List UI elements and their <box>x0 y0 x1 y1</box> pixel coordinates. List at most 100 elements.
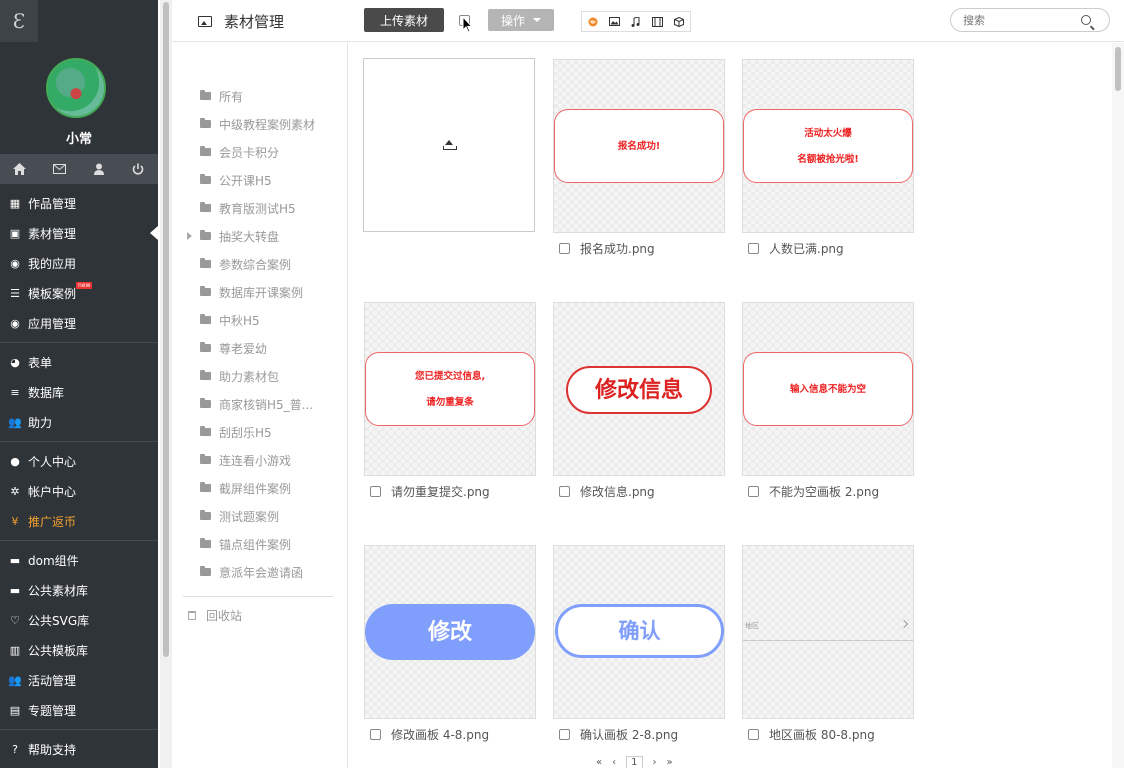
asset-thumbnail[interactable]: 修改 <box>364 545 536 719</box>
asset-thumbnail[interactable]: 报名成功! <box>553 59 725 233</box>
asset-checkbox[interactable] <box>370 486 381 497</box>
sidebar-item[interactable]: ✲ 帐户中心 <box>0 476 158 506</box>
sidebar-item[interactable]: ¥ 推广返币 <box>0 506 158 536</box>
asset-thumbnail[interactable]: 确认 <box>553 545 725 719</box>
avatar[interactable] <box>46 58 106 118</box>
folder-icon <box>200 314 211 324</box>
scrollbar-thumb[interactable] <box>163 2 169 657</box>
asset-checkbox[interactable] <box>748 486 759 497</box>
search-box <box>950 8 1110 32</box>
sidebar-item[interactable]: ▥ 公共模板库 <box>0 635 158 665</box>
folder-item[interactable]: 中级教程案例素材 <box>172 110 347 138</box>
briefcase-icon: ▬ <box>9 553 21 567</box>
user-icon[interactable] <box>79 154 119 184</box>
book-icon: ▤ <box>9 703 21 717</box>
upload-tile[interactable] <box>363 58 535 232</box>
folder-item[interactable]: 意派年会邀请函 <box>172 558 347 586</box>
sidebar-item[interactable]: ◉ 我的应用 <box>0 248 158 278</box>
asset-filename: 人数已满.png <box>769 242 844 256</box>
folder-item[interactable]: 锚点组件案例 <box>172 530 347 558</box>
app-manage-icon: ◉ <box>10 316 20 330</box>
asset-preview: 修改 <box>365 604 535 660</box>
list-icon: ☰ <box>10 286 20 300</box>
music-type-icon[interactable] <box>625 12 647 31</box>
folder-item[interactable]: 抽奖大转盘 <box>172 222 347 250</box>
folder-item[interactable]: 参数综合案例 <box>172 250 347 278</box>
sidebar-item[interactable]: ☰ 模板案例 new <box>0 278 158 308</box>
asset-checkbox[interactable] <box>559 729 570 740</box>
folder-item[interactable]: 中秋H5 <box>172 306 347 334</box>
folder-icon <box>200 146 211 156</box>
folder-icon <box>200 230 211 240</box>
folder-item[interactable]: 公开课H5 <box>172 166 347 194</box>
asset-caption: 不能为空画板 2.png <box>748 483 879 500</box>
sidebar-item-label: 专题管理 <box>28 703 77 718</box>
sidebar-item[interactable]: ▬ dom组件 <box>0 545 158 575</box>
sidebar-item[interactable]: 👥 助力 <box>0 407 158 437</box>
sidebar-item[interactable]: ▬ 公共素材库 <box>0 575 158 605</box>
sidebar-item[interactable]: ? 帮助支持 <box>0 734 158 764</box>
sidebar-item[interactable]: ▦ 作品管理 <box>0 188 158 218</box>
expand-arrow-icon[interactable] <box>187 232 192 240</box>
sidebar-item[interactable]: ◉ 应用管理 <box>0 308 158 338</box>
folder-item[interactable]: 测试题案例 <box>172 502 347 530</box>
asset-thumbnail[interactable]: 您已提交过信息, 请勿重复条 <box>364 302 536 476</box>
search-icon[interactable] <box>1081 15 1091 25</box>
app-logo[interactable]: Ɛ <box>0 0 38 42</box>
asset-checkbox[interactable] <box>559 486 570 497</box>
folder-item[interactable]: 尊老爱幼 <box>172 334 347 362</box>
content-scrollbar[interactable] <box>1112 43 1124 768</box>
folder-label: 连连看小游戏 <box>219 453 292 468</box>
asset-preview-text: 请勿重复条 <box>426 396 474 408</box>
folder-item[interactable]: 所有 <box>172 82 347 110</box>
home-icon[interactable] <box>0 154 40 184</box>
upload-button[interactable]: 上传素材 <box>364 8 444 32</box>
pager-prev[interactable]: ‹ <box>612 757 616 768</box>
person-icon: ● <box>10 454 20 468</box>
sidebar-item[interactable]: ♡ 公共SVG库 <box>0 605 158 635</box>
sidebar-item-label: 模板案例 <box>28 286 77 301</box>
sidebar-item[interactable]: ▤ 专题管理 <box>0 695 158 725</box>
3d-type-icon[interactable] <box>668 12 690 31</box>
asset-preview-text: 活动太火爆 <box>804 127 852 139</box>
new-badge: new <box>76 282 93 289</box>
asset-thumbnail[interactable]: 地区 <box>742 545 914 719</box>
all-types-icon[interactable] <box>582 12 604 31</box>
asset-preview: 您已提交过信息, 请勿重复条 <box>365 352 535 426</box>
pager-first[interactable]: « <box>596 757 602 768</box>
folder-item[interactable]: 商家核销H5_普... <box>172 390 347 418</box>
sidebar-item[interactable]: 👥 活动管理 <box>0 665 158 695</box>
pager-current[interactable]: 1 <box>626 756 643 768</box>
sidebar-item[interactable]: ◕ 表单 <box>0 347 158 377</box>
asset-checkbox[interactable] <box>748 729 759 740</box>
asset-checkbox[interactable] <box>559 243 570 254</box>
search-input[interactable] <box>963 13 1073 28</box>
folder-item[interactable]: 刮刮乐H5 <box>172 418 347 446</box>
sidebar-scrollbar[interactable] <box>160 0 172 768</box>
sidebar-item[interactable]: ▣ 素材管理 <box>0 218 158 248</box>
asset-checkbox[interactable] <box>748 243 759 254</box>
asset-checkbox[interactable] <box>370 729 381 740</box>
folder-item[interactable]: 助力素材包 <box>172 362 347 390</box>
sidebar-item[interactable]: ≡ 数据库 <box>0 377 158 407</box>
folder-item[interactable]: 教育版测试H5 <box>172 194 347 222</box>
video-type-icon[interactable] <box>647 12 669 31</box>
scrollbar-thumb[interactable] <box>1115 47 1121 91</box>
pager-last[interactable]: » <box>667 757 673 768</box>
sidebar-item-label: 帐户中心 <box>28 484 77 499</box>
power-icon[interactable] <box>119 154 159 184</box>
folder-item[interactable]: 数据库开课案例 <box>172 278 347 306</box>
image-type-icon[interactable] <box>604 12 626 31</box>
sidebar-item[interactable]: ● 个人中心 <box>0 446 158 476</box>
asset-thumbnail[interactable]: 活动太火爆 名额被抢光啦! <box>742 59 914 233</box>
asset-thumbnail[interactable]: 输入信息不能为空 <box>742 302 914 476</box>
pager-next[interactable]: › <box>653 757 657 768</box>
asset-thumbnail[interactable]: 修改信息 <box>553 302 725 476</box>
operations-dropdown[interactable]: 操作 <box>488 9 554 31</box>
sidebar-item-label: 应用管理 <box>28 316 77 331</box>
folder-item[interactable]: 会员卡积分 <box>172 138 347 166</box>
folder-item[interactable]: 连连看小游戏 <box>172 446 347 474</box>
folder-item[interactable]: 截屏组件案例 <box>172 474 347 502</box>
mail-icon[interactable] <box>40 154 80 184</box>
recycle-bin[interactable]: 回收站 <box>172 601 347 629</box>
